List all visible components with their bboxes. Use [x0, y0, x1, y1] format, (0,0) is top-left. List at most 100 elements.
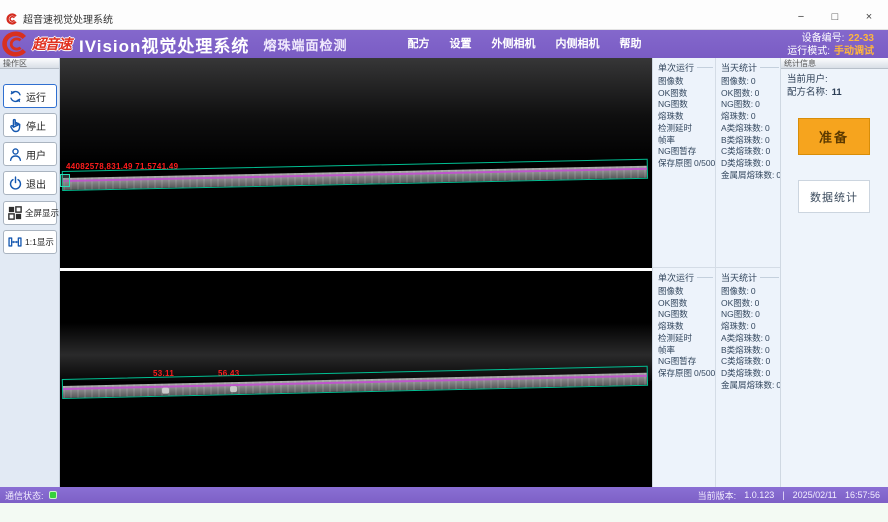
app-title: IVision视觉处理系统: [79, 32, 249, 57]
camera-view-bottom: 53.11 56.43: [60, 271, 652, 487]
menu-item[interactable]: 设置: [449, 35, 471, 51]
one-to-one-button-label: 1:1显示: [25, 236, 54, 248]
daily-stat-row: D类熔珠数:0: [721, 368, 779, 380]
exit-button[interactable]: 退出: [3, 171, 57, 195]
daily-stat-row: C类熔珠数:0: [721, 356, 779, 368]
one-to-one-button[interactable]: 1:1显示: [3, 230, 57, 254]
daily-stats-title: 当天统计: [721, 61, 779, 74]
strip-mark-2: [230, 386, 237, 392]
device-id-value: 22-33: [848, 33, 874, 44]
desktop-strip: [0, 503, 888, 522]
single-run-stat-row: 熔珠数: [658, 111, 713, 123]
status-separator: |: [782, 490, 784, 500]
daily-stat-row: D类熔珠数:0: [721, 158, 779, 170]
fullscreen-grid-icon: [8, 206, 22, 220]
status-time: 16:57:56: [845, 490, 880, 500]
statistics-columns: 单次运行 图像数OK图数NG图数熔珠数检测延时帧率NG图暂存保存原图0/500 …: [652, 58, 780, 487]
daily-stat-row: 图像数:0: [721, 286, 779, 298]
single-run-stat-row: 帧率: [658, 135, 713, 147]
run-mode-value: 手动调试: [834, 46, 874, 57]
daily-stat-row: 金属屑熔珠数:0: [721, 380, 779, 392]
stats-group-top: 单次运行 图像数OK图数NG图数熔珠数检测延时帧率NG图暂存保存原图0/500 …: [653, 58, 781, 268]
current-user-label: 当前用户:: [787, 74, 828, 85]
daily-stat-row: NG图数:0: [721, 309, 779, 321]
close-icon[interactable]: ×: [860, 10, 878, 24]
single-run-stat-row: OK图数: [658, 298, 713, 310]
daily-stat-row: OK图数:0: [721, 88, 779, 100]
version-label: 当前版本:: [698, 489, 737, 502]
user-button[interactable]: 用户: [3, 142, 57, 166]
single-run-stat-row: NG图暂存: [658, 146, 713, 158]
window-title: 超音速视觉处理系统: [23, 11, 113, 26]
fullscreen-button-label: 全屏显示: [25, 207, 59, 219]
brand-swirl-icon: [0, 31, 30, 57]
recipe-name-value: 11: [832, 87, 842, 98]
app-logo-icon: [6, 13, 18, 25]
camera-top-haze: [60, 58, 652, 163]
brand: 超音速: [0, 30, 71, 58]
info-panel-title: 统计信息: [781, 58, 888, 69]
stop-button-label: 停止: [26, 118, 46, 133]
comm-status-label: 通信状态:: [5, 489, 44, 502]
single-run-stat-row: 检测延时: [658, 123, 713, 135]
header-info: 设备编号:22-33 运行模式: 手动调试: [787, 32, 874, 58]
comm-status-indicator: [49, 491, 57, 499]
status-bar: 通信状态: 当前版本: 1.0.123 | 2025/02/11 16:57:5…: [0, 487, 888, 503]
app-header: 超音速 IVision视觉处理系统 熔珠端面检测 配方设置外侧相机内侧相机帮助 …: [0, 30, 888, 58]
single-run-stat-row: 图像数: [658, 76, 713, 88]
exit-power-icon: [8, 176, 23, 191]
menu-item[interactable]: 内侧相机: [555, 35, 599, 51]
device-id-label: 设备编号:: [802, 33, 845, 44]
daily-stat-row: C类熔珠数:0: [721, 146, 779, 158]
single-run-title: 单次运行: [658, 271, 713, 284]
menu-item[interactable]: 帮助: [619, 35, 641, 51]
edge-marker-box: [60, 174, 70, 187]
user-icon: [8, 147, 23, 162]
restore-icon[interactable]: □: [826, 10, 844, 24]
prepare-button[interactable]: 准备: [798, 118, 870, 155]
version-value: 1.0.123: [744, 490, 774, 500]
run-button[interactable]: 运行: [3, 84, 57, 108]
single-run-stat-row: NG图数: [658, 99, 713, 111]
daily-stat-row: 熔珠数:0: [721, 111, 779, 123]
daily-stat-row: B类熔珠数:0: [721, 345, 779, 357]
single-run-stat-row: NG图数: [658, 309, 713, 321]
menu-bar: 配方 设置 外侧相机 内侧相机 帮助: [407, 35, 641, 58]
brand-name: 超音速: [32, 34, 71, 54]
single-run-stat-row: 熔珠数: [658, 321, 713, 333]
app-subtitle: 熔珠端面检测: [263, 35, 347, 54]
single-run-stat-row: NG图暂存: [658, 356, 713, 368]
single-run-stat-row: 保存原图0/500: [658, 158, 713, 170]
single-run-stat-row: OK图数: [658, 88, 713, 100]
sidebar-title: 操作区: [0, 58, 59, 69]
data-statistics-button[interactable]: 数据统计: [798, 180, 870, 213]
daily-stat-row: A类熔珠数:0: [721, 333, 779, 345]
run-sync-icon: [8, 89, 23, 104]
daily-stats-title: 当天统计: [721, 271, 779, 284]
daily-stat-row: OK图数:0: [721, 298, 779, 310]
one-to-one-icon: [8, 235, 22, 249]
stop-hand-icon: [8, 118, 23, 133]
title-bar: 超音速视觉处理系统 − □ ×: [0, 0, 888, 30]
single-run-stat-row: 图像数: [658, 286, 713, 298]
stop-button[interactable]: 停止: [3, 113, 57, 137]
run-button-label: 运行: [26, 89, 46, 104]
daily-stat-row: 图像数:0: [721, 76, 779, 88]
daily-stat-row: NG图数:0: [721, 99, 779, 111]
run-mode-label: 运行模式:: [787, 46, 830, 57]
sidebar-operations: 操作区 运行 停止 用户: [0, 58, 60, 487]
stats-group-bottom: 单次运行 图像数OK图数NG图数熔珠数检测延时帧率NG图暂存保存原图0/500 …: [653, 268, 781, 487]
user-button-label: 用户: [26, 147, 46, 162]
menu-item[interactable]: 外侧相机: [491, 35, 535, 51]
camera-view-top: 44082578,831.49 71.5741.49: [60, 58, 652, 268]
minimize-icon[interactable]: −: [792, 10, 810, 24]
info-panel: 统计信息 当前用户: 配方名称: 11 准备 数据统计: [780, 58, 888, 487]
single-run-stat-row: 检测延时: [658, 333, 713, 345]
fullscreen-button[interactable]: 全屏显示: [3, 201, 57, 225]
daily-stat-row: B类熔珠数:0: [721, 135, 779, 147]
recipe-name-label: 配方名称:: [787, 87, 828, 98]
daily-stat-row: A类熔珠数:0: [721, 123, 779, 135]
menu-item[interactable]: 配方: [407, 35, 429, 51]
daily-stat-row: 金属屑熔珠数:0: [721, 170, 779, 182]
single-run-stat-row: 帧率: [658, 345, 713, 357]
